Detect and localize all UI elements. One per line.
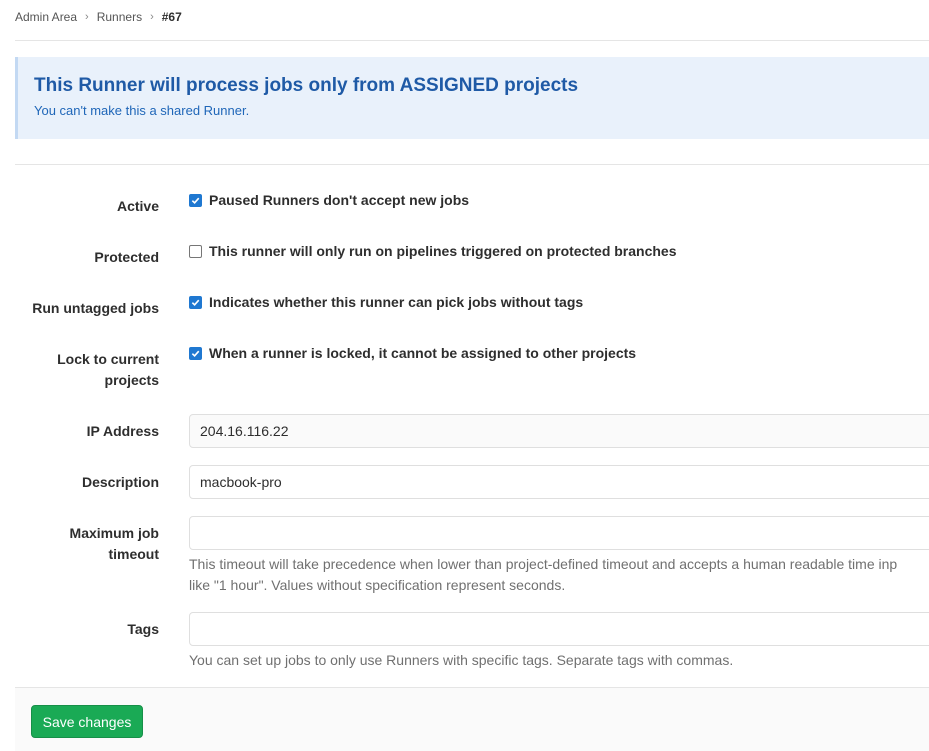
runner-scope-alert: This Runner will process jobs only from … (15, 57, 929, 139)
alert-subtitle: You can't make this a shared Runner. (34, 103, 250, 118)
protected-option[interactable]: This runner will only run on pipelines t… (189, 241, 677, 261)
breadcrumb-admin-area[interactable]: Admin Area (15, 10, 77, 24)
ip-address-field[interactable]: 204.16.116.22 (189, 414, 929, 448)
ip-address-label: IP Address (86, 423, 159, 439)
run-untagged-label: Run untagged jobs (32, 300, 159, 316)
locked-label-line1: Lock to current (57, 351, 159, 367)
breadcrumb-runners[interactable]: Runners (97, 10, 142, 24)
max-timeout-label-line2: timeout (108, 546, 159, 562)
run-untagged-checkbox[interactable] (189, 295, 202, 309)
chevron-right-icon: › (150, 11, 154, 23)
locked-label-line2: projects (104, 372, 159, 388)
max-timeout-label: Maximum job timeout (15, 523, 159, 565)
description-input[interactable]: macbook-pro (189, 465, 929, 499)
tags-input[interactable] (189, 612, 929, 646)
checkmark-icon (191, 197, 200, 204)
active-option[interactable]: Paused Runners don't accept new jobs (189, 190, 469, 210)
tags-label: Tags (127, 621, 159, 637)
description-label: Description (81, 474, 159, 490)
checkmark-icon (191, 299, 200, 306)
run-untagged-option[interactable]: Indicates whether this runner can pick j… (189, 292, 583, 312)
active-label: Active (116, 198, 159, 214)
max-timeout-label-line1: Maximum job (69, 525, 159, 541)
max-timeout-help-line1: This timeout will take precedence when l… (189, 556, 898, 572)
max-timeout-help: This timeout will take precedence when l… (189, 554, 929, 596)
protected-help: This runner will only run on pipelines t… (209, 243, 677, 259)
form-actions: Save changes (15, 687, 929, 751)
max-timeout-help-line2: like "1 hour". Values without specificat… (189, 577, 566, 593)
tags-help: You can set up jobs to only use Runners … (189, 652, 734, 668)
chevron-right-icon: › (85, 11, 89, 23)
alert-title: This Runner will process jobs only from … (34, 75, 579, 96)
max-timeout-input[interactable] (189, 516, 929, 550)
locked-help: When a runner is locked, it cannot be as… (209, 345, 637, 361)
active-checkbox[interactable] (189, 193, 202, 207)
save-changes-button[interactable]: Save changes (31, 705, 143, 738)
top-divider (15, 40, 929, 41)
breadcrumb: Admin Area › Runners › #67 (15, 9, 182, 25)
form-divider (15, 164, 929, 165)
active-help: Paused Runners don't accept new jobs (209, 192, 470, 208)
protected-checkbox[interactable] (189, 244, 202, 258)
checkmark-icon (191, 350, 200, 357)
run-untagged-help: Indicates whether this runner can pick j… (209, 294, 584, 310)
locked-option[interactable]: When a runner is locked, it cannot be as… (189, 343, 636, 363)
protected-label: Protected (94, 249, 159, 265)
locked-checkbox[interactable] (189, 346, 202, 360)
locked-label: Lock to current projects (15, 349, 159, 391)
breadcrumb-current: #67 (161, 10, 182, 24)
